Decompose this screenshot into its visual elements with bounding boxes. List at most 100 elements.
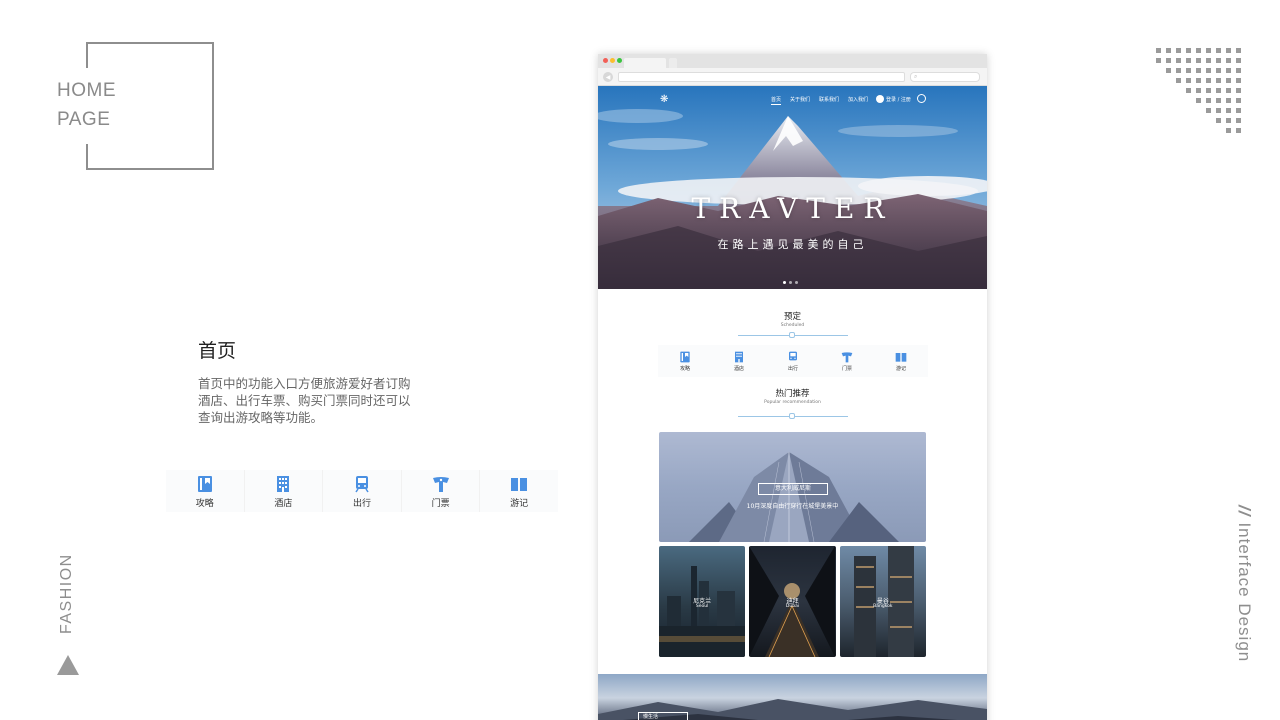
feature-icon-strip: 攻略 酒店 出行 门票 游记 [166,470,558,512]
feature-subtitle: 10月深度自由行穿行在城堡美景中 [746,503,839,510]
carousel-dot[interactable] [789,281,792,284]
decorative-dot [1196,48,1201,53]
b-icon-ticket[interactable]: 门票 [820,345,874,377]
ticket-icon [431,474,451,494]
browser-tab[interactable] [624,58,666,68]
destination-en-name: Bangkok [873,604,893,609]
feature-card-venice[interactable]: 意大利威尼斯 10月深度自由行穿行在城堡美景中 [659,432,926,542]
minimize-dot-icon[interactable] [610,58,615,63]
guide-icon [195,474,215,494]
home-title-line2: PAGE [57,109,111,130]
maximize-dot-icon[interactable] [617,58,622,63]
dot-matrix-decoration [1156,48,1248,140]
strip-item-ticket[interactable]: 门票 [401,470,481,512]
decorative-dot [1216,88,1221,93]
b-icon-label: 游记 [895,365,906,372]
b-icon-label: 攻略 [679,365,690,372]
strip-label: 攻略 [195,498,214,509]
search-icon[interactable] [917,94,926,103]
nav-item-join[interactable]: 加入我们 [848,96,868,103]
b-icon-label: 门票 [841,365,852,372]
triangle-icon [57,655,79,675]
carousel-dots [783,281,798,284]
decorative-dot [1236,128,1241,133]
b-icon-guide[interactable]: 攻略 [658,345,712,377]
decorative-dot [1236,78,1241,83]
nav-item-home[interactable]: 首页 [771,96,782,105]
decorative-dot [1166,68,1171,73]
avatar [876,95,884,103]
decorative-dot [1186,88,1191,93]
bottom-banner: 慢生活 [598,674,987,720]
decorative-dot [1206,68,1211,73]
close-dot-icon[interactable] [603,58,608,63]
strip-item-travel[interactable]: 出行 [323,470,402,512]
decorative-dot [1176,58,1181,63]
b-icon-label: 出行 [787,365,798,372]
back-arrow-icon[interactable]: ◀ [603,72,613,82]
destination-cards: 尼克兰 Seoul 迪拜 Dubai 曼谷 Bangkok [659,546,926,657]
decorative-dot [1216,68,1221,73]
decorative-dot [1166,58,1171,63]
decorative-dot [1236,68,1241,73]
address-bar[interactable] [618,72,905,82]
popular-section-header: 热门推荐 Popular recommendation [598,387,987,419]
strip-label: 游记 [510,498,529,509]
nav-item-about[interactable]: 关于我们 [790,96,810,103]
browser-titlebar [598,54,987,68]
new-tab-button[interactable] [669,58,677,68]
browser-search-box[interactable]: ⌕ [910,72,980,82]
decorative-dot [1216,48,1221,53]
decorative-dot [1196,68,1201,73]
travel-notes-icon [894,351,908,363]
carousel-dot[interactable] [783,281,786,284]
nav-item-contact[interactable]: 联系我们 [819,96,839,103]
section-divider [737,413,848,419]
section-description: 首页中的功能入口方便旅游爱好者订购酒店、出行车票、购买门票同时还可以查询出游攻略… [198,376,411,425]
decorative-dot [1216,58,1221,63]
destination-card[interactable]: 迪拜 Dubai [749,546,836,657]
strip-item-guide[interactable]: 攻略 [166,470,245,512]
decorative-dot [1186,48,1191,53]
section-divider [737,332,848,338]
b-icon-notes[interactable]: 游记 [874,345,928,377]
destination-card[interactable]: 曼谷 Bangkok [839,546,926,657]
decorative-dot [1236,98,1241,103]
decorative-dot [1216,108,1221,113]
decorative-dot [1166,48,1171,53]
feature-button[interactable]: 意大利威尼斯 [758,483,828,495]
decorative-dot [1216,118,1221,123]
guide-icon [678,351,692,363]
strip-item-hotel[interactable]: 酒店 [244,470,324,512]
ticket-icon [840,351,854,363]
section-title: 首页 [198,340,237,362]
decorative-dot [1236,48,1241,53]
bottom-banner-button[interactable]: 慢生活 [638,712,688,720]
decorative-dot [1226,88,1231,93]
login-link[interactable]: 登录 / 注册 [876,95,911,103]
interface-text: Interface Design [1235,522,1254,663]
interface-prefix: // [1235,505,1254,517]
decorative-dot [1226,48,1231,53]
paw-logo-icon[interactable]: ❋ [660,94,672,106]
destination-card[interactable]: 尼克兰 Seoul [659,546,746,657]
decorative-dot [1226,98,1231,103]
hero-banner: ❋ 首页 关于我们 联系我们 加入我们 登录 / 注册 TRAVTER 在路上遇… [598,86,987,289]
decorative-dot [1226,118,1231,123]
decorative-dot [1206,48,1211,53]
home-page-title: HOME PAGE [57,76,116,134]
b-icon-hotel[interactable]: 酒店 [712,345,766,377]
fashion-label: FASHION [58,553,75,634]
decorative-dot [1206,98,1211,103]
hero-title: TRAVTER [691,192,894,225]
strip-item-notes[interactable]: 游记 [480,470,558,512]
decorative-dot [1206,88,1211,93]
site-nav: ❋ 首页 关于我们 联系我们 加入我们 登录 / 注册 [598,94,987,106]
carousel-dot[interactable] [795,281,798,284]
decorative-dot [1236,108,1241,113]
decorative-dot [1176,78,1181,83]
b-icon-travel[interactable]: 出行 [766,345,820,377]
popular-subtitle: Popular recommendation [764,400,821,405]
train-icon [786,351,800,363]
decorative-dot [1176,48,1181,53]
